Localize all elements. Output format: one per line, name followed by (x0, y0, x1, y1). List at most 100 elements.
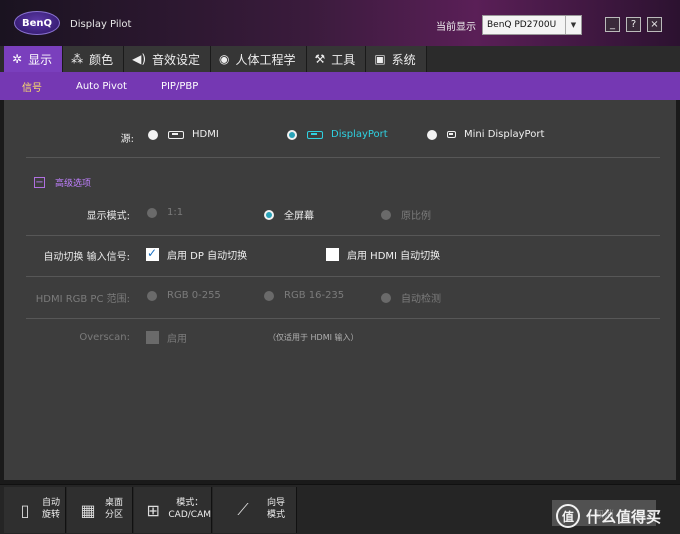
radio-displayport[interactable] (287, 129, 297, 140)
dropdown-arrow-icon[interactable]: ▼ (565, 16, 581, 34)
tab-ergonomics[interactable]: ◉ 人体工程学 (211, 46, 307, 72)
button-line2: 旋转 (42, 510, 61, 520)
option-label: RGB 16-235 (284, 290, 345, 301)
button-line2: CAD/CAM (168, 510, 211, 520)
tab-label: 显示 (28, 52, 53, 67)
source-option-label: HDMI (192, 129, 219, 140)
mini-displayport-icon (447, 131, 456, 138)
subtab-auto-pivot[interactable]: Auto Pivot (76, 81, 127, 92)
hdmi-range-auto[interactable]: 自动检测 (381, 290, 441, 305)
radio-1to1[interactable] (147, 207, 157, 218)
benq-logo: BenQ (14, 11, 60, 35)
radio-hdmi[interactable] (148, 129, 158, 140)
display-mode-fullscreen[interactable]: 全屏幕 (264, 207, 314, 222)
monitor-dropdown[interactable]: BenQ PD2700U ▼ (482, 15, 582, 35)
source-label: 源: (120, 134, 134, 145)
radio-mini-displayport[interactable] (427, 129, 437, 140)
radio-auto-detect[interactable] (381, 292, 391, 303)
speaker-icon: ◀) (132, 52, 147, 66)
hdmi-auto-switch-checkbox[interactable] (326, 248, 339, 261)
tab-label: 工具 (331, 52, 356, 67)
monitor-label: 当前显示 (436, 21, 476, 33)
advanced-options-toggle[interactable]: − 高级选项 (34, 176, 91, 189)
auto-rotate-button[interactable]: ▯ 自动 旋转 (4, 487, 66, 533)
advanced-options-label: 高级选项 (55, 179, 92, 189)
watermark-logo-icon: 值 (556, 504, 580, 528)
button-line1: 向导 (267, 498, 286, 509)
hdmi-port-icon (168, 130, 184, 139)
sub-tabs: 信号 Auto Pivot PIP/PBP (0, 72, 680, 100)
tab-audio[interactable]: ◀) 音效设定 (124, 46, 212, 72)
monitor-settings-icon: ▣ (374, 52, 386, 66)
option-label: 启用 HDMI 自动切换 (347, 251, 441, 262)
button-text: 桌面 分区 (105, 498, 123, 521)
monitor-selector: 当前显示 BenQ PD2700U ▼ (436, 14, 582, 36)
auto-switch-label: 自动切换 输入信号: (43, 252, 130, 263)
close-button[interactable]: × (647, 17, 662, 32)
overscan-label: Overscan: (79, 332, 130, 343)
button-line2: 模式 (267, 510, 286, 520)
wrench-icon: ⚒ (314, 52, 326, 66)
title-bar: BenQ Display Pilot 当前显示 BenQ PD2700U ▼ _… (0, 0, 680, 46)
subtab-signal[interactable]: 信号 (22, 79, 42, 94)
cad-mode-button[interactable]: ⊞ 模式： CAD/CAM (134, 487, 212, 533)
watermark: 值 什么值得买 (556, 504, 661, 528)
display-mode-1to1[interactable]: 1:1 (147, 207, 183, 218)
tab-label: 人体工程学 (235, 52, 296, 67)
app-title: Display Pilot (70, 19, 132, 30)
hdmi-range-full[interactable]: RGB 0-255 (147, 290, 221, 301)
source-option-hdmi[interactable]: HDMI (148, 129, 219, 140)
source-option-label: DisplayPort (331, 129, 388, 140)
source-option-mini-displayport[interactable]: Mini DisplayPort (427, 129, 544, 140)
minimize-button[interactable]: _ (605, 17, 620, 32)
hdmi-range-limited[interactable]: RGB 16-235 (264, 290, 344, 301)
overscan-option[interactable]: 启用 (146, 330, 187, 345)
tab-display[interactable]: ✲ 显示 (4, 46, 64, 72)
button-line1: 模式： (176, 498, 204, 509)
radio-rgb-0-255[interactable] (147, 290, 157, 301)
radio-rgb-16-235[interactable] (264, 290, 274, 301)
collapse-icon[interactable]: − (34, 177, 45, 188)
phone-rotate-icon: ▯ (20, 500, 30, 520)
desktop-partition-button[interactable]: ▦ 桌面 分区 (67, 487, 133, 533)
divider (26, 235, 660, 236)
source-option-label: Mini DisplayPort (464, 129, 545, 140)
tab-label: 系统 (391, 52, 416, 67)
palette-icon: ⁂ (71, 52, 84, 66)
overscan-note: （仅适用于 HDMI 输入） (268, 333, 359, 342)
radio-aspect[interactable] (381, 209, 391, 220)
button-text: 模式： CAD/CAM (168, 498, 211, 521)
cad-icon: ⊞ (146, 500, 160, 520)
tab-tools[interactable]: ⚒ 工具 (306, 46, 367, 72)
button-text: 自动 旋转 (42, 498, 60, 521)
radio-fullscreen[interactable] (264, 209, 274, 220)
wizard-mode-button[interactable]: ⟋ 向导 模式 (213, 487, 297, 533)
help-button[interactable]: ? (626, 17, 641, 32)
dp-auto-switch-option[interactable]: 启用 DP 自动切换 (146, 246, 248, 262)
tab-label: 颜色 (89, 52, 114, 67)
option-label: 1:1 (167, 207, 184, 218)
option-label: 启用 DP 自动切换 (167, 251, 248, 262)
option-label: RGB 0-255 (167, 290, 221, 301)
option-label: 启用 (167, 334, 187, 345)
option-label: 自动检测 (401, 294, 441, 305)
tab-label: 音效设定 (152, 52, 201, 67)
display-mode-aspect[interactable]: 原比例 (381, 207, 431, 222)
button-line1: 桌面 (105, 498, 124, 509)
content-panel: 源: HDMI DisplayPort Mini DisplayPort − 高… (4, 100, 676, 480)
option-label: 原比例 (401, 211, 431, 222)
displayport-icon (307, 130, 323, 139)
main-tabs: ✲ 显示 ⁂ 颜色 ◀) 音效设定 ◉ 人体工程学 ⚒ 工具 ▣ 系统 (0, 46, 680, 72)
tab-color[interactable]: ⁂ 颜色 (63, 46, 125, 72)
dp-auto-switch-checkbox[interactable] (146, 246, 159, 261)
overscan-checkbox[interactable] (146, 331, 159, 344)
button-line2: 分区 (105, 510, 124, 520)
hdmi-auto-switch-option[interactable]: 启用 HDMI 自动切换 (326, 247, 440, 262)
button-text: 向导 模式 (267, 498, 285, 521)
source-option-displayport[interactable]: DisplayPort (287, 129, 388, 140)
monitor-dropdown-value: BenQ PD2700U (487, 20, 557, 30)
tab-system[interactable]: ▣ 系统 (366, 46, 427, 72)
subtab-pip-pbp[interactable]: PIP/PBP (161, 81, 198, 92)
watermark-text: 什么值得买 (586, 507, 662, 526)
divider (26, 157, 660, 158)
